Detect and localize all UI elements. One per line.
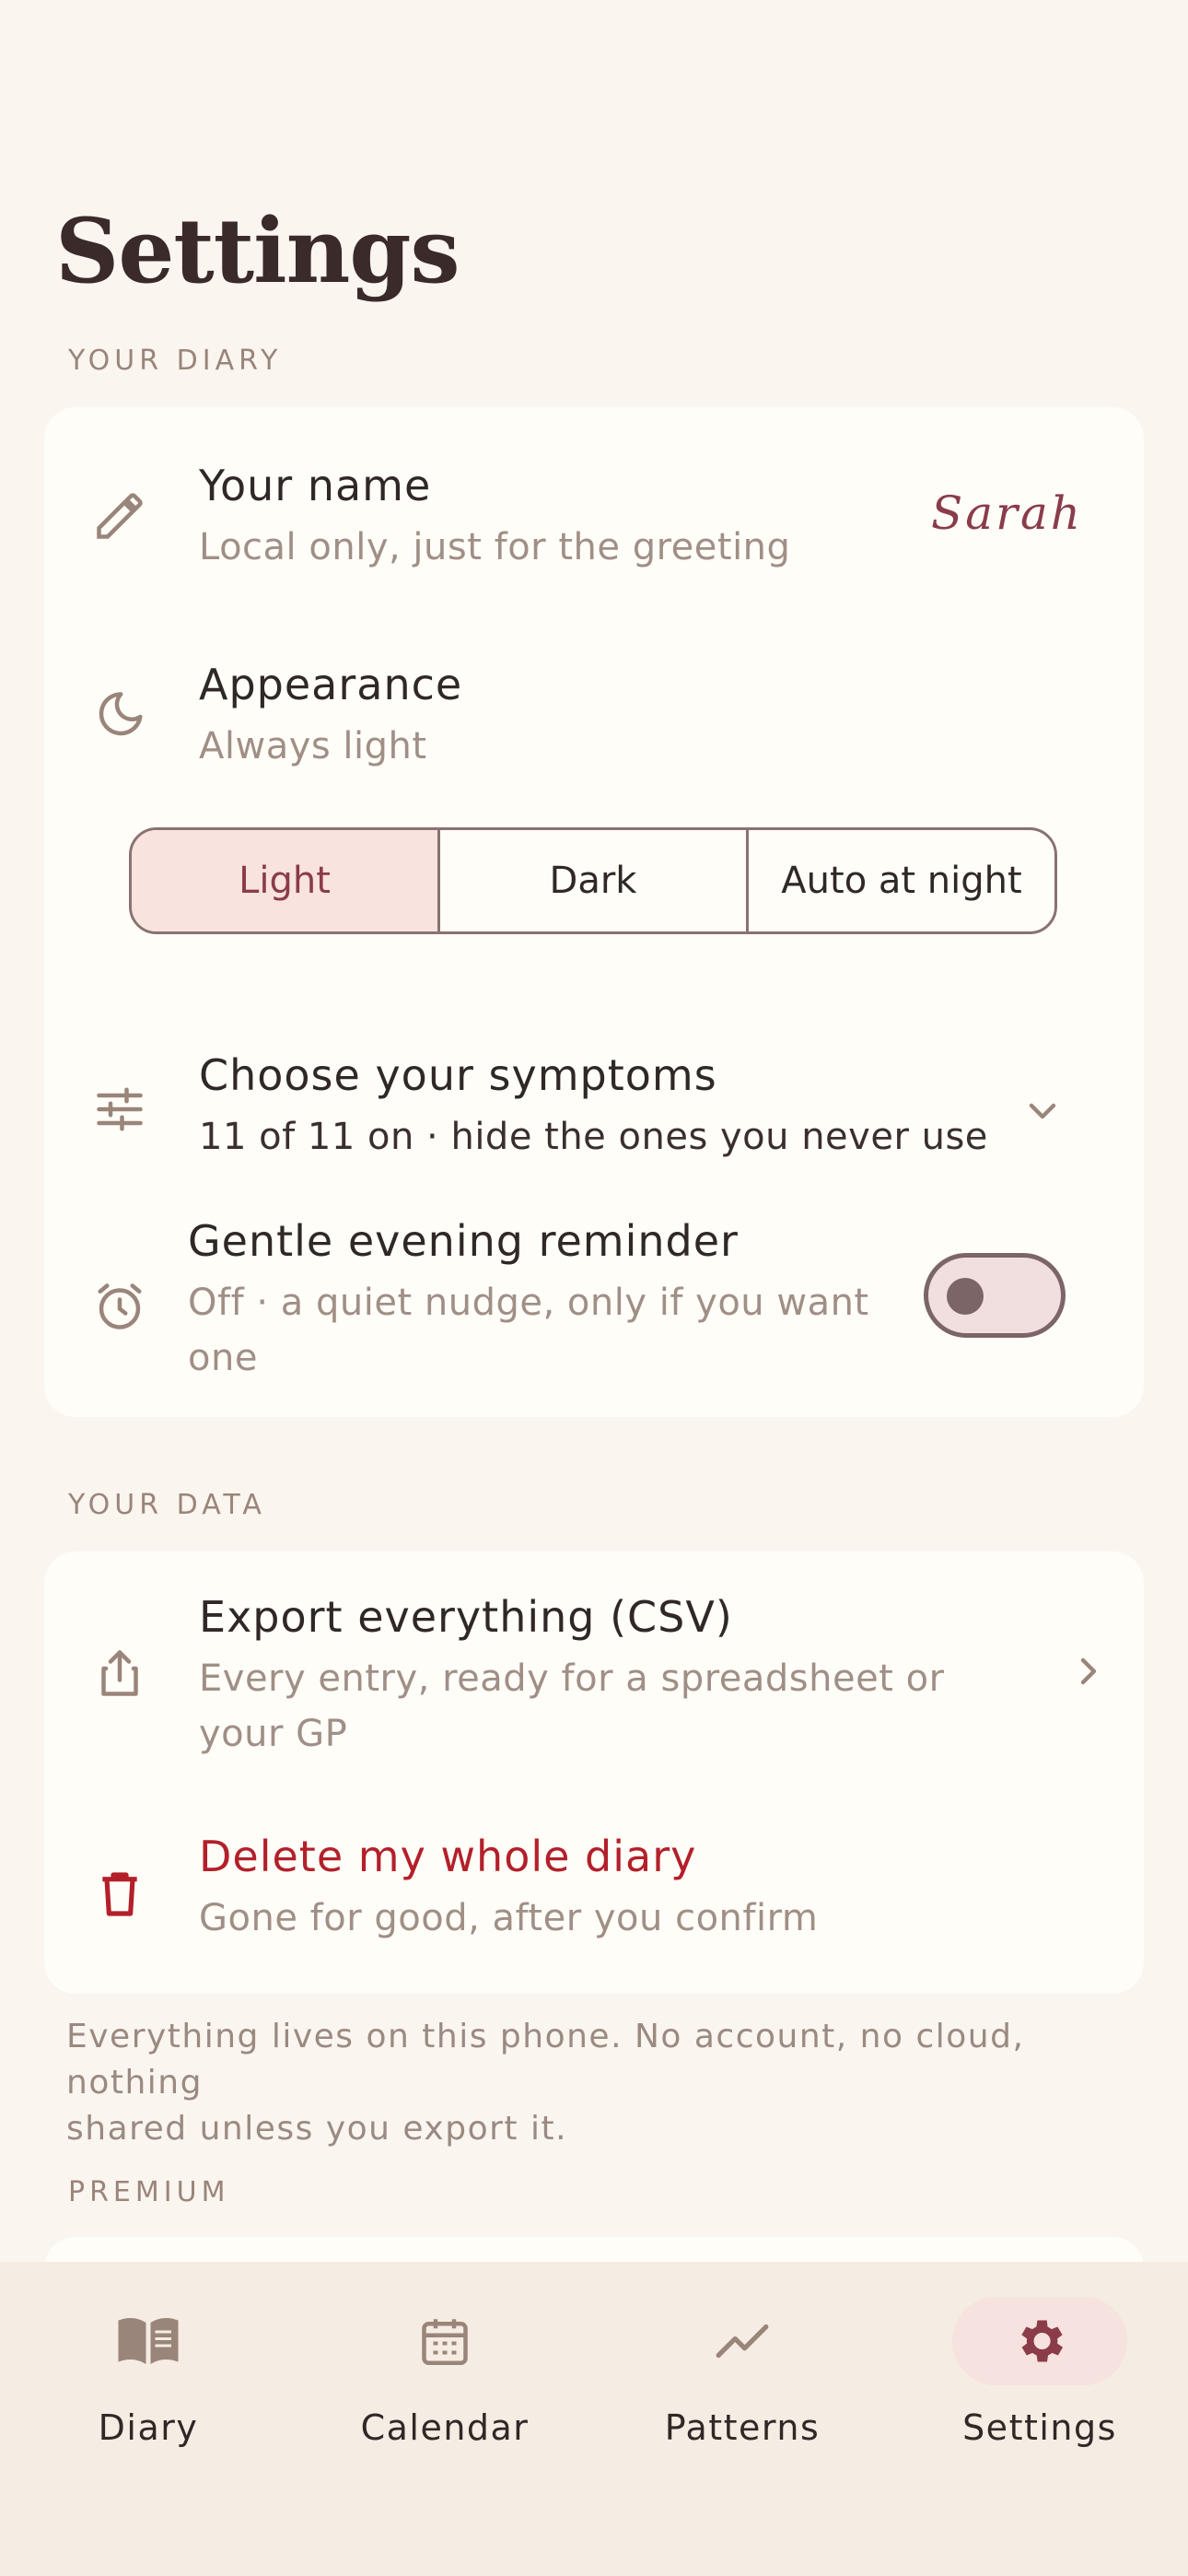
section-label-your-diary: YOUR DIARY — [68, 345, 283, 377]
reminder-title: Gentle evening reminder — [188, 1216, 739, 1266]
nav-item-settings[interactable]: Settings — [891, 2262, 1188, 2483]
choose-symptoms-row[interactable]: Choose your symptoms 11 of 11 on · hide … — [44, 997, 1144, 1190]
privacy-note-line2: shared unless you export it. — [66, 2110, 568, 2148]
appearance-title: Appearance — [199, 660, 463, 709]
symptoms-title: Choose your symptoms — [199, 1050, 717, 1100]
name-value[interactable]: Sarah — [931, 486, 1083, 540]
bottom-navigation: Diary Calendar Patterns Settings — [0, 2262, 1188, 2576]
privacy-note-line1: Everything lives on this phone. No accou… — [66, 2018, 1025, 2102]
appearance-subtitle: Always light — [199, 725, 427, 767]
nav-label-settings: Settings — [962, 2407, 1117, 2448]
pencil-icon — [92, 488, 147, 544]
calendar-icon — [357, 2297, 532, 2385]
data-settings-card: Export everything (CSV) Every entry, rea… — [44, 1551, 1144, 1994]
export-subtitle-line1: Every entry, ready for a spreadsheet or — [199, 1657, 945, 1700]
nav-label-diary: Diary — [98, 2407, 199, 2448]
delete-title: Delete my whole diary — [199, 1832, 697, 1881]
export-csv-row[interactable]: Export everything (CSV) Every entry, rea… — [44, 1551, 1144, 1791]
nav-item-calendar[interactable]: Calendar — [297, 2262, 593, 2483]
export-subtitle-line2: your GP — [199, 1713, 348, 1755]
reminder-subtitle-line1: Off · a quiet nudge, only if you want — [188, 1282, 869, 1324]
book-icon — [61, 2297, 236, 2385]
section-label-premium: PREMIUM — [68, 2176, 230, 2208]
delete-subtitle: Gone for good, after you confirm — [199, 1897, 819, 1939]
alarm-icon — [92, 1279, 147, 1334]
nav-label-calendar: Calendar — [360, 2407, 530, 2448]
appearance-option-light[interactable]: Light — [132, 830, 437, 931]
nav-label-patterns: Patterns — [664, 2407, 821, 2448]
moon-icon — [92, 687, 147, 743]
appearance-option-dark[interactable]: Dark — [437, 830, 746, 931]
nav-item-patterns[interactable]: Patterns — [594, 2262, 891, 2483]
sliders-icon — [92, 1082, 147, 1137]
privacy-note: Everything lives on this phone. No accou… — [66, 2014, 1116, 2152]
toggle-knob — [947, 1278, 984, 1315]
reminder-subtitle-line2: one — [188, 1337, 258, 1379]
nav-item-diary[interactable]: Diary — [0, 2262, 297, 2483]
reminder-toggle[interactable] — [924, 1253, 1066, 1338]
export-title: Export everything (CSV) — [199, 1592, 733, 1642]
symptoms-subtitle: 11 of 11 on · hide the ones you never us… — [199, 1116, 988, 1158]
delete-diary-row[interactable]: Delete my whole diary Gone for good, aft… — [44, 1791, 1144, 1994]
chevron-down-icon[interactable] — [1020, 1089, 1065, 1137]
your-name-row[interactable]: Your name Local only, just for the greet… — [44, 407, 1144, 591]
your-name-title: Your name — [199, 461, 432, 510]
gear-icon — [952, 2297, 1127, 2385]
section-label-your-data: YOUR DATA — [68, 1489, 266, 1521]
appearance-option-auto[interactable]: Auto at night — [746, 830, 1054, 931]
your-name-subtitle: Local only, just for the greeting — [199, 526, 791, 568]
chevron-right-icon[interactable] — [1066, 1649, 1111, 1697]
page-title: Settings — [55, 199, 460, 303]
share-icon — [92, 1645, 147, 1701]
appearance-segmented-control: Light Dark Auto at night — [129, 827, 1057, 934]
trash-icon — [92, 1867, 147, 1922]
trend-icon — [655, 2297, 830, 2385]
